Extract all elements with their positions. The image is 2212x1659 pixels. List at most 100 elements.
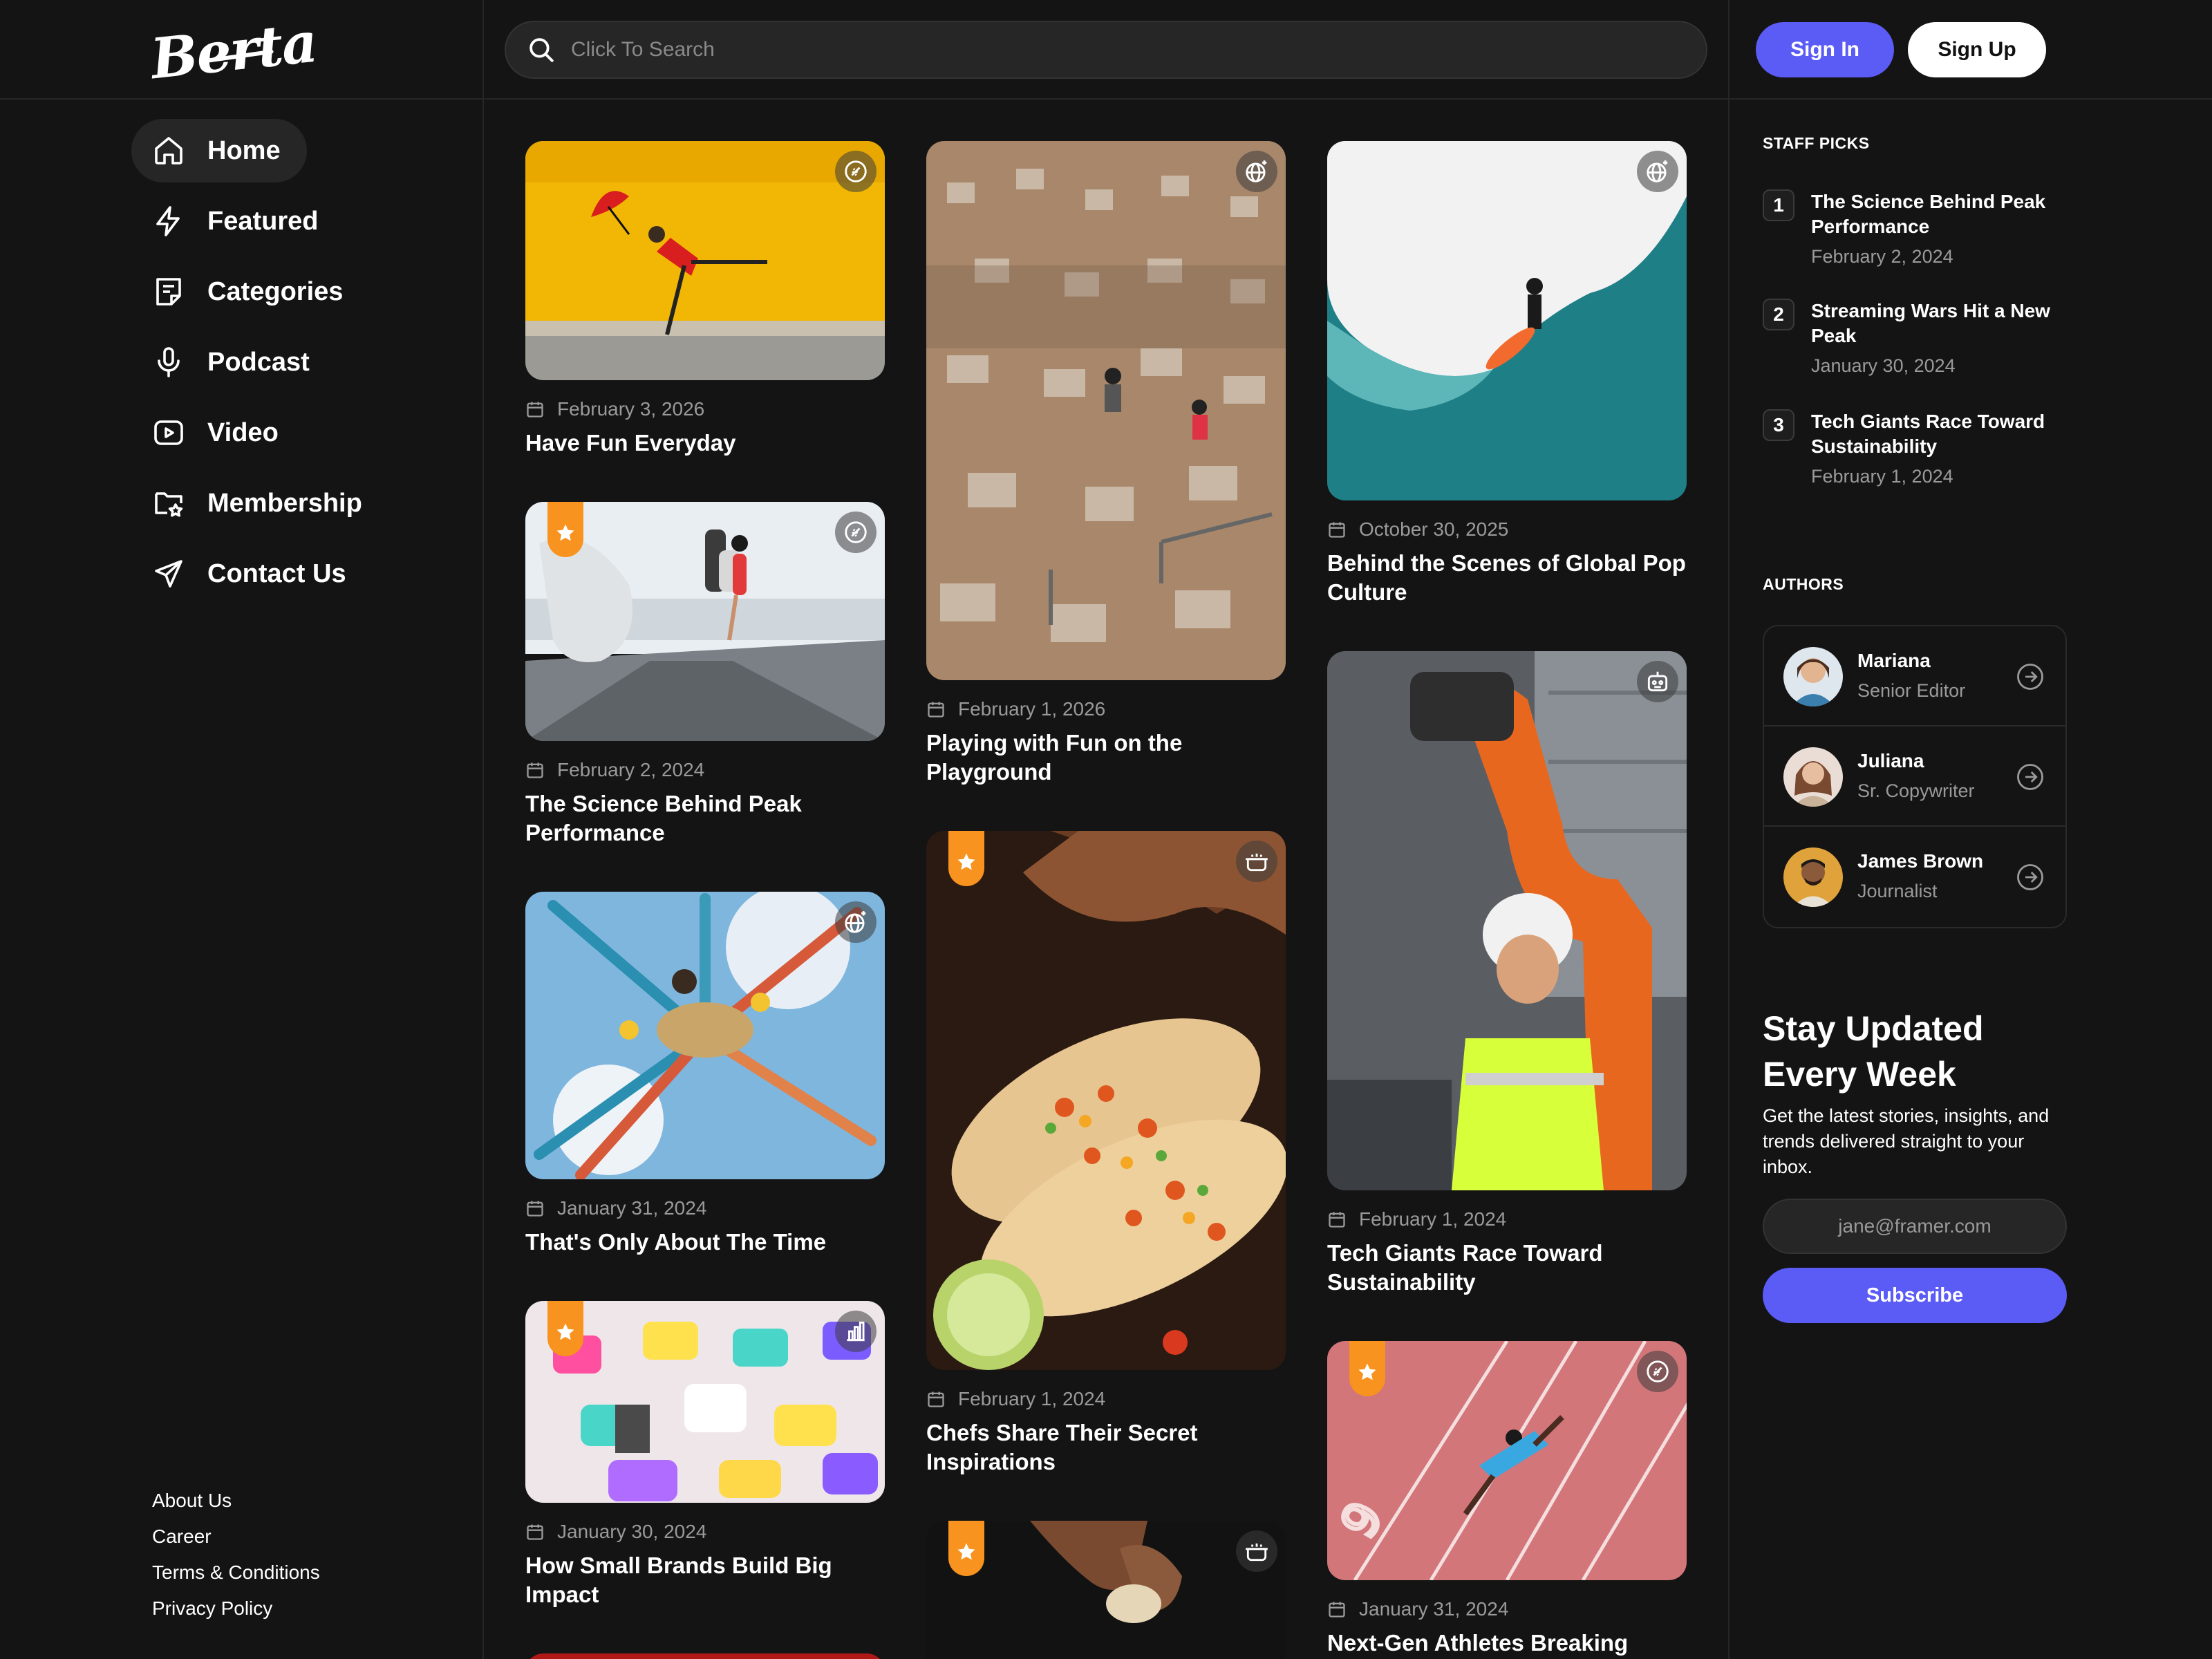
folder-star-icon [155, 492, 183, 517]
footer-link-career[interactable]: Career [152, 1519, 320, 1555]
category-badge[interactable] [835, 512, 877, 553]
staff-pick-item[interactable]: 1 The Science Behind Peak Performance Fe… [1763, 189, 2074, 268]
article-image[interactable] [926, 1521, 1286, 1659]
search-input[interactable] [571, 29, 1608, 71]
article-card[interactable]: 9 January 31, 2024 Next-Gen Athletes Bre… [1327, 1341, 1687, 1658]
nav-item-contact-us[interactable]: Contact Us [131, 542, 477, 606]
brand-logo[interactable]: Berta [148, 10, 319, 92]
category-badge[interactable] [1236, 841, 1277, 882]
category-badge[interactable] [835, 151, 877, 192]
category-badge[interactable] [1637, 151, 1678, 192]
article-title[interactable]: How Small Brands Build Big Impact [525, 1551, 885, 1609]
article-image[interactable] [525, 502, 885, 741]
article-image[interactable] [1327, 141, 1687, 500]
article-card-partial[interactable] [525, 1653, 885, 1659]
article-image[interactable] [926, 141, 1286, 680]
subscribe-button[interactable]: Subscribe [1763, 1268, 2067, 1323]
author-role: Sr. Copywriter [1857, 780, 1975, 801]
pick-date: February 1, 2024 [1811, 466, 1953, 487]
author-name[interactable]: Mariana [1857, 650, 1931, 672]
article-card[interactable]: February 3, 2026 Have Fun Everyday [525, 141, 885, 458]
article-title[interactable]: Tech Giants Race Toward Sustainability [1327, 1239, 1687, 1297]
staff-pick-item[interactable]: 2 Streaming Wars Hit a New Peak January … [1763, 299, 2074, 377]
authors-label: AUTHORS [1763, 575, 1844, 593]
globe-sparkle-icon [1647, 160, 1668, 182]
globe-sparkle-icon [1246, 160, 1267, 182]
article-card[interactable]: January 31, 2024 That's Only About The T… [525, 892, 885, 1257]
article-card[interactable]: February 2, 2024 The Science Behind Peak… [525, 502, 885, 847]
featured-ribbon [547, 502, 583, 557]
category-badge[interactable] [835, 1311, 877, 1352]
author-item[interactable]: Juliana Sr. Copywriter [1764, 727, 2065, 827]
playground-image [926, 141, 1286, 680]
arrow-right-circle-icon[interactable] [2016, 762, 2045, 791]
author-item[interactable]: James Brown Journalist [1764, 827, 2065, 927]
staff-picks-label: STAFF PICKS [1763, 134, 1870, 152]
nav-item-featured[interactable]: Featured [131, 189, 477, 253]
nav-item-membership[interactable]: Membership [131, 471, 477, 535]
category-badge[interactable] [1236, 151, 1277, 192]
article-date: January 31, 2024 [557, 1197, 707, 1219]
sign-up-button[interactable]: Sign Up [1908, 22, 2046, 77]
article-card[interactable]: February 1, 2024 Tech Giants Race Toward… [1327, 651, 1687, 1297]
nav-item-video[interactable]: Video [131, 401, 477, 465]
article-image[interactable] [525, 892, 885, 1179]
article-card[interactable]: February 1, 2024 Chefs Share Their Secre… [926, 831, 1286, 1477]
calendar-icon [1329, 1602, 1345, 1618]
article-card[interactable]: October 30, 2025 Behind the Scenes of Gl… [1327, 141, 1687, 607]
document-list-icon [156, 278, 181, 306]
article-title[interactable]: Chefs Share Their Secret Inspirations [926, 1418, 1286, 1477]
article-image[interactable] [525, 1301, 885, 1503]
category-badge[interactable] [1637, 661, 1678, 702]
author-item[interactable]: Mariana Senior Editor [1764, 626, 2065, 727]
category-badge[interactable] [1637, 1351, 1678, 1392]
nav-item-podcast[interactable]: Podcast [131, 330, 477, 394]
article-meta: February 2, 2024 [525, 759, 885, 781]
nav-item-categories[interactable]: Categories [131, 260, 477, 324]
article-title[interactable]: The Science Behind Peak Performance [525, 789, 885, 847]
arrow-right-circle-icon[interactable] [2016, 863, 2045, 892]
author-name[interactable]: Juliana [1857, 750, 1924, 772]
article-title[interactable]: Behind the Scenes of Global Pop Culture [1327, 549, 1687, 607]
pick-title[interactable]: Streaming Wars Hit a New Peak [1811, 299, 2074, 348]
calendar-icon [928, 702, 944, 718]
article-meta: February 1, 2026 [926, 698, 1286, 720]
article-title[interactable]: Have Fun Everyday [525, 429, 885, 458]
arrow-right-circle-icon[interactable] [2016, 662, 2045, 691]
pick-title[interactable]: Tech Giants Race Toward Sustainability [1811, 409, 2074, 459]
calendar-icon [527, 762, 543, 778]
article-card[interactable]: February 1, 2026 Playing with Fun on the… [926, 141, 1286, 787]
newsletter-email-input[interactable] [1763, 1199, 2067, 1254]
football-icon [845, 160, 867, 182]
footer-link-terms[interactable]: Terms & Conditions [152, 1555, 320, 1591]
category-badge[interactable] [1236, 1530, 1277, 1572]
article-image[interactable] [525, 141, 885, 380]
author-role: Senior Editor [1857, 680, 1966, 701]
article-image[interactable]: 9 [1327, 1341, 1687, 1580]
calendar-icon [527, 1524, 543, 1540]
category-badge[interactable] [835, 901, 877, 943]
article-title[interactable]: That's Only About The Time [525, 1228, 885, 1257]
article-date: February 1, 2024 [1359, 1208, 1507, 1230]
footer-link-privacy[interactable]: Privacy Policy [152, 1591, 320, 1627]
article-date: January 31, 2024 [1359, 1598, 1509, 1620]
article-card[interactable]: January 30, 2024 How Small Brands Build … [525, 1301, 885, 1609]
article-image[interactable] [525, 1653, 885, 1659]
article-card-partial[interactable] [926, 1521, 1286, 1659]
home-icon [155, 137, 182, 165]
search-bar[interactable] [505, 21, 1707, 79]
author-name[interactable]: James Brown [1857, 850, 1983, 872]
footer-link-about[interactable]: About Us [152, 1483, 320, 1519]
article-title[interactable]: Playing with Fun on the Playground [926, 729, 1286, 787]
sign-in-button[interactable]: Sign In [1756, 22, 1894, 77]
article-title[interactable]: Next-Gen Athletes Breaking [1327, 1629, 1687, 1658]
article-date: February 2, 2024 [557, 759, 705, 780]
nav-item-home[interactable]: Home [131, 119, 307, 182]
article-image[interactable] [1327, 651, 1687, 1190]
pick-title[interactable]: The Science Behind Peak Performance [1811, 189, 2074, 239]
tacos-image [926, 831, 1286, 1370]
article-image[interactable] [926, 831, 1286, 1370]
article-date: October 30, 2025 [1359, 518, 1509, 540]
article-date: February 1, 2026 [958, 698, 1106, 720]
staff-pick-item[interactable]: 3 Tech Giants Race Toward Sustainability… [1763, 409, 2074, 487]
